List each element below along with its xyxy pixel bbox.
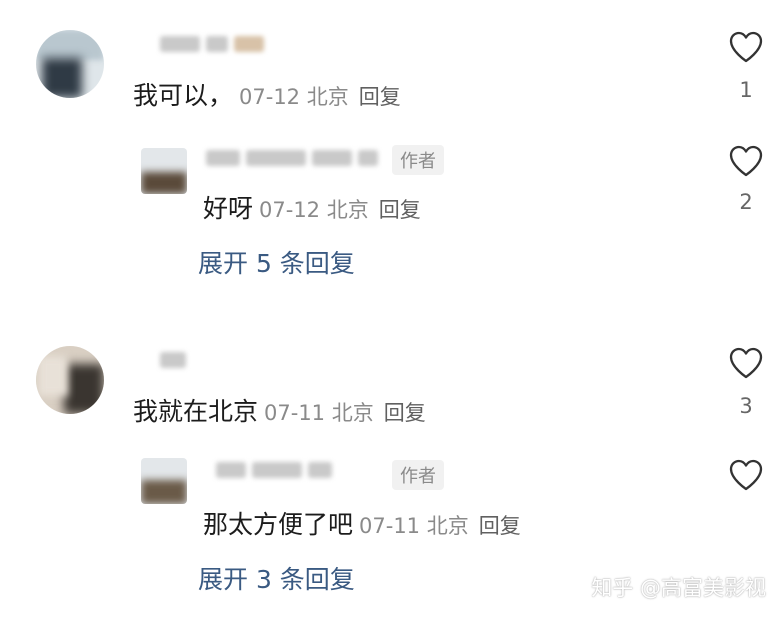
heart-icon[interactable]	[728, 458, 764, 492]
comment-date: 07-12	[239, 85, 301, 109]
comment-body: 我就在北京 07-11 北京 回复	[133, 392, 426, 428]
like-count: 3	[739, 394, 753, 418]
reply-date: 07-12	[259, 198, 321, 222]
reply-date: 07-11	[359, 514, 421, 538]
author-tag: 作者	[392, 460, 444, 490]
reply-link[interactable]: 回复	[359, 85, 401, 109]
username-blurred[interactable]	[160, 350, 186, 370]
heart-icon[interactable]	[728, 346, 764, 380]
comment-text: 我可以，	[133, 81, 234, 110]
username-blurred[interactable]	[216, 460, 332, 480]
watermark: 知乎 @高富美影视	[591, 576, 766, 600]
reply-body: 那太方便了吧 07-11 北京 回复	[203, 505, 521, 541]
expand-replies-button[interactable]: 展开 5 条回复	[198, 244, 355, 280]
reply-location: 北京	[326, 198, 369, 222]
reply-text: 那太方便了吧	[203, 510, 354, 539]
username-blurred[interactable]	[206, 148, 378, 168]
author-tag: 作者	[392, 145, 444, 175]
username-blurred[interactable]	[160, 34, 264, 54]
comment-body: 我可以， 07-12 北京 回复	[133, 76, 401, 112]
reply-location: 北京	[426, 514, 469, 538]
expand-replies-button[interactable]: 展开 3 条回复	[198, 560, 355, 596]
heart-icon[interactable]	[728, 30, 764, 64]
comment-location: 北京	[331, 401, 374, 425]
comment-date: 07-11	[264, 401, 326, 425]
reply-link[interactable]: 回复	[379, 198, 421, 222]
like-count: 2	[739, 190, 753, 214]
heart-icon[interactable]	[728, 144, 764, 178]
comment-location: 北京	[306, 85, 349, 109]
like-count: 1	[739, 78, 753, 102]
avatar[interactable]	[141, 148, 187, 194]
reply-link[interactable]: 回复	[384, 401, 426, 425]
comment-text: 我就在北京	[133, 397, 259, 426]
avatar[interactable]	[36, 30, 104, 98]
reply-body: 好呀 07-12 北京 回复	[203, 189, 421, 225]
reply-link[interactable]: 回复	[479, 514, 521, 538]
avatar[interactable]	[36, 346, 104, 414]
reply-text: 好呀	[203, 194, 254, 223]
avatar[interactable]	[141, 458, 187, 504]
